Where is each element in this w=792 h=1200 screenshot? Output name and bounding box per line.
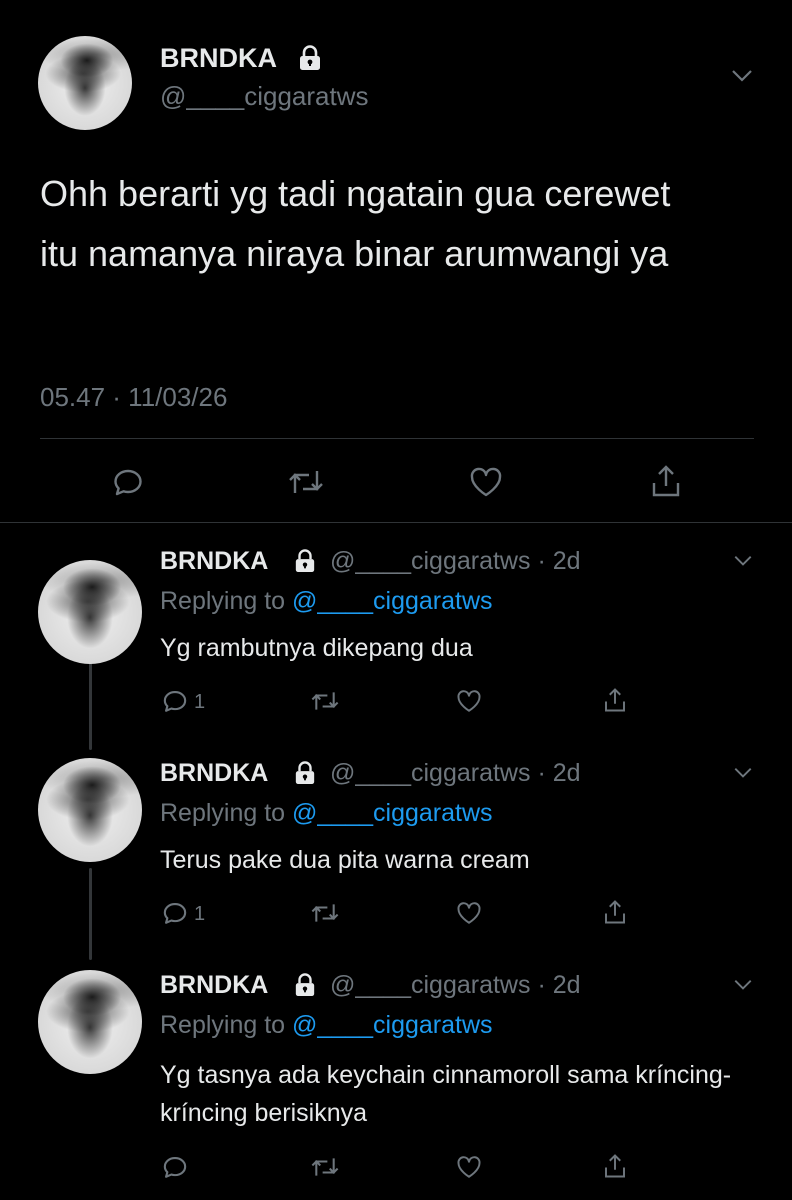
replying-to: Replying to @____ciggaratws — [160, 796, 493, 830]
time[interactable]: 2d — [553, 759, 581, 787]
avatar[interactable] — [38, 758, 142, 862]
like-icon[interactable] — [454, 686, 484, 716]
chevron-down-icon[interactable] — [728, 62, 756, 90]
chevron-down-icon[interactable] — [730, 762, 756, 784]
thread-line — [89, 658, 92, 750]
handle-time: @____ciggaratws · 2d — [330, 968, 581, 1002]
time[interactable]: 2d — [553, 547, 581, 575]
avatar[interactable] — [38, 560, 142, 664]
share-icon[interactable] — [600, 1150, 630, 1182]
reply-count: 1 — [194, 903, 206, 925]
retweet-icon[interactable] — [284, 462, 328, 502]
lock-icon — [296, 44, 324, 72]
share-icon[interactable] — [600, 896, 630, 928]
tweet-text: Yg rambutnya dikepang dua — [160, 634, 473, 662]
display-name[interactable]: BRNDKA — [160, 971, 268, 999]
replying-to-handle[interactable]: @____ciggaratws — [292, 799, 493, 827]
tweet-header: BRNDKA — [160, 968, 268, 1002]
reply-icon[interactable] — [160, 1152, 190, 1182]
handle[interactable]: @____ciggaratws — [330, 759, 531, 787]
chevron-down-icon[interactable] — [730, 974, 756, 996]
tweet-header: BRNDKA — [160, 544, 268, 578]
tweet-header: BRNDKA — [160, 756, 268, 790]
time[interactable]: 2d — [553, 971, 581, 999]
display-name[interactable]: BRNDKA — [160, 759, 268, 787]
lock-icon — [292, 971, 318, 999]
display-name[interactable]: BRNDKA — [160, 42, 277, 74]
replying-to-label: Replying to — [160, 587, 286, 615]
replying-to-label: Replying to — [160, 799, 286, 827]
tweet-text: Ohh berarti yg tadi ngatain gua cerewet … — [40, 173, 671, 274]
replying-to-label: Replying to — [160, 1011, 286, 1039]
timestamp[interactable]: 05.47 · 11/03/26 — [40, 380, 227, 414]
like-icon[interactable] — [454, 898, 484, 928]
handle-time: @____ciggaratws · 2d — [330, 544, 581, 578]
separator: · — [537, 547, 546, 575]
display-name-text[interactable]: BRNDKA — [160, 43, 277, 73]
divider — [0, 522, 792, 523]
reply-icon[interactable] — [160, 898, 190, 928]
handle[interactable]: @____ciggaratws — [330, 971, 531, 999]
share-icon[interactable] — [646, 460, 686, 502]
lock-icon — [292, 759, 318, 787]
separator: · — [537, 971, 546, 999]
handle-time: @____ciggaratws · 2d — [330, 756, 581, 790]
divider — [40, 438, 754, 439]
reply-icon[interactable] — [160, 686, 190, 716]
handle[interactable]: @____ciggaratws — [160, 80, 369, 112]
chevron-down-icon[interactable] — [730, 550, 756, 572]
replying-to-handle[interactable]: @____ciggaratws — [292, 587, 493, 615]
lock-icon — [292, 547, 318, 575]
replying-to-handle[interactable]: @____ciggaratws — [292, 1011, 493, 1039]
tweet-text: Yg tasnya ada keychain cinnamoroll sama … — [160, 1061, 732, 1127]
display-name[interactable]: BRNDKA — [160, 547, 268, 575]
tweet-text: Terus pake dua pita warna cream — [160, 846, 530, 874]
avatar[interactable] — [38, 36, 132, 130]
replying-to: Replying to @____ciggaratws — [160, 584, 493, 618]
retweet-icon[interactable] — [308, 1152, 342, 1182]
avatar[interactable] — [38, 970, 142, 1074]
like-icon[interactable] — [466, 462, 506, 502]
separator: · — [537, 759, 546, 787]
retweet-icon[interactable] — [308, 686, 342, 716]
replying-to: Replying to @____ciggaratws — [160, 1008, 493, 1042]
retweet-icon[interactable] — [308, 898, 342, 928]
like-icon[interactable] — [454, 1152, 484, 1182]
handle[interactable]: @____ciggaratws — [330, 547, 531, 575]
thread-line — [89, 868, 92, 960]
reply-icon[interactable] — [108, 462, 148, 502]
share-icon[interactable] — [600, 684, 630, 716]
reply-count: 1 — [194, 691, 206, 713]
